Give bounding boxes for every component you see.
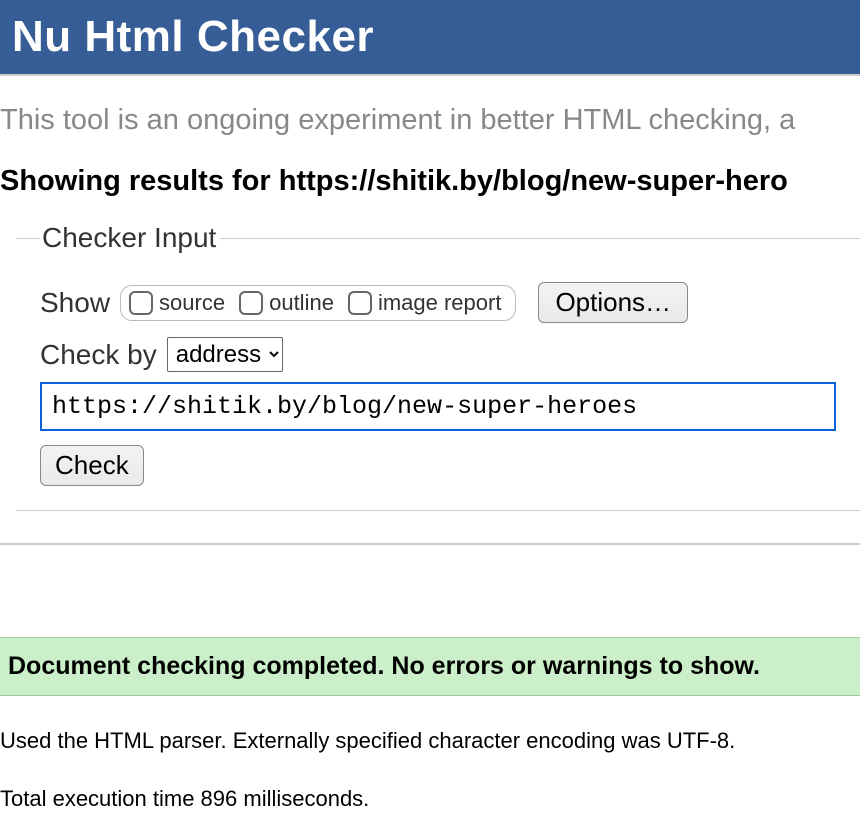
parser-info: Used the HTML parser. Externally specifi… xyxy=(0,718,860,754)
success-banner: Document checking completed. No errors o… xyxy=(0,637,860,696)
check-row: Check xyxy=(40,445,836,486)
show-options-group: source outline image report xyxy=(120,285,516,321)
check-by-label: Check by xyxy=(40,339,157,371)
check-button[interactable]: Check xyxy=(40,445,144,486)
execution-time: Total execution time 896 milliseconds. xyxy=(0,776,860,812)
check-by-select[interactable]: address xyxy=(167,337,283,372)
checkbox-source-label: source xyxy=(159,290,225,316)
checker-input-fieldset: Checker Input Show source outline image … xyxy=(16,222,860,511)
checkbox-image-report[interactable]: image report xyxy=(348,290,502,316)
checkbox-source[interactable]: source xyxy=(129,290,225,316)
checkbox-box-icon xyxy=(348,291,372,315)
checkbox-box-icon xyxy=(129,291,153,315)
divider xyxy=(0,543,860,545)
fieldset-legend: Checker Input xyxy=(40,222,220,254)
url-input[interactable] xyxy=(40,382,836,431)
intro-text: This tool is an ongoing experiment in be… xyxy=(0,76,860,137)
options-button[interactable]: Options… xyxy=(538,282,688,323)
checkbox-box-icon xyxy=(239,291,263,315)
checkbox-outline[interactable]: outline xyxy=(239,290,334,316)
page-title: Nu Html Checker xyxy=(12,12,848,62)
checkbox-image-report-label: image report xyxy=(378,290,502,316)
show-label: Show xyxy=(40,287,110,319)
page-header: Nu Html Checker xyxy=(0,0,860,76)
check-by-row: Check by address xyxy=(40,337,836,372)
results-heading: Showing results for https://shitik.by/bl… xyxy=(0,137,860,222)
show-row: Show source outline image report Options… xyxy=(40,282,836,323)
checkbox-outline-label: outline xyxy=(269,290,334,316)
